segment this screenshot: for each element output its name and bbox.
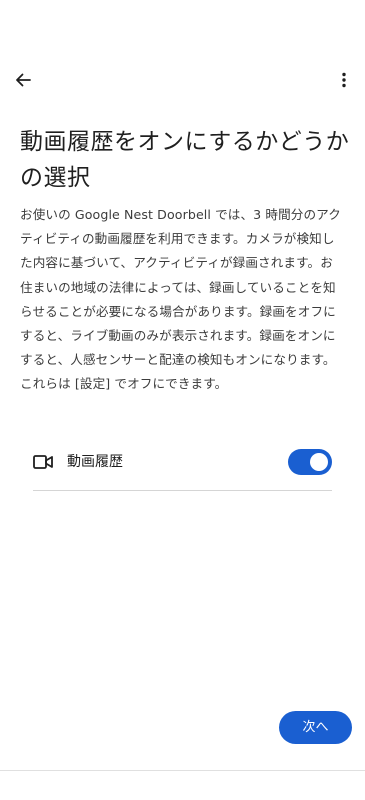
next-button[interactable]: 次へ [279, 711, 352, 744]
arrow-back-icon [16, 73, 31, 87]
more-options-button[interactable] [329, 58, 359, 102]
description-text: お使いの Google Nest Doorbell では、3 時間分のアクティビ… [20, 207, 341, 392]
video-history-setting-row[interactable]: 動画履歴 [33, 438, 332, 491]
video-history-label: 動画履歴 [67, 454, 123, 470]
toggle-thumb [310, 453, 328, 471]
page-title: 動画履歴をオンにするかどうかの選択 [20, 129, 350, 191]
bottom-divider [0, 770, 365, 771]
more-vert-icon [342, 72, 346, 88]
videocam-icon [33, 455, 53, 469]
top-app-bar [0, 58, 365, 102]
back-button[interactable] [8, 58, 38, 102]
video-history-toggle[interactable] [288, 449, 332, 475]
